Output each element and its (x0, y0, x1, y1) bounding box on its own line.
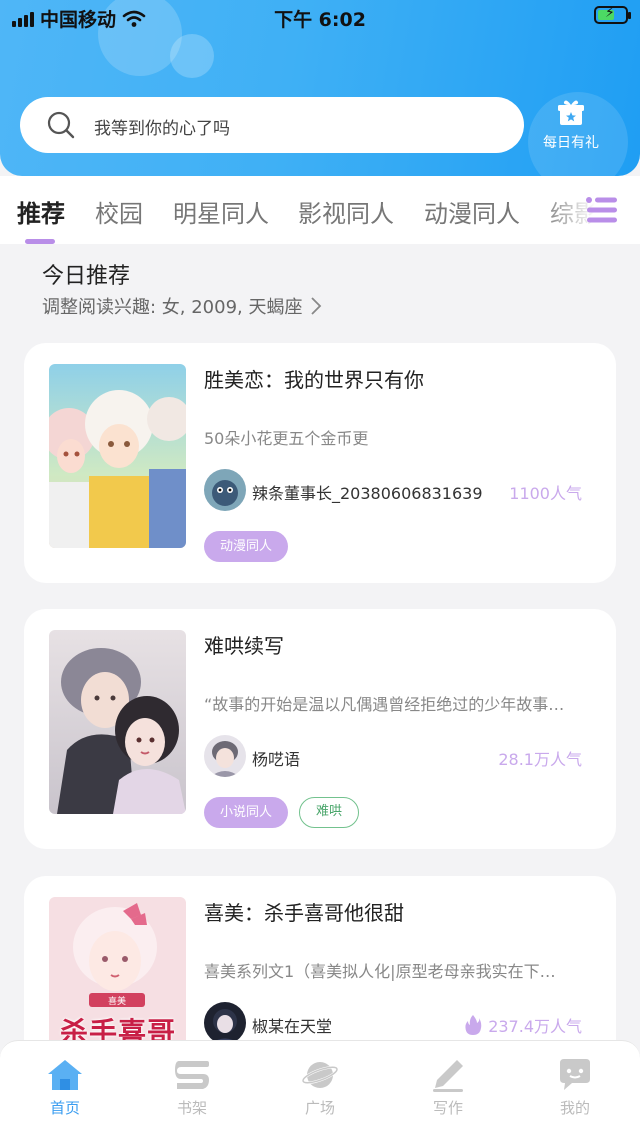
battery-icon: ⚡ (594, 5, 631, 24)
daily-gift-button[interactable]: 每日有礼 (536, 98, 606, 158)
nav-mine[interactable]: 我的 (535, 1057, 615, 1118)
popularity-value: 28.1万人气 (498, 750, 582, 769)
bookshelf-icon (175, 1061, 209, 1089)
search-placeholder: 我等到你的心了吗 (94, 119, 230, 139)
flame-icon (465, 1015, 482, 1035)
book-card[interactable]: 喜美 杀手喜哥 喜美：杀手喜哥他很甜 喜美系列文1（喜美拟人化|原型老母亲我实在… (24, 876, 616, 1040)
cover-title-art: 杀手喜哥 (59, 1016, 176, 1040)
pen-icon (433, 1060, 463, 1092)
tab-active-indicator (25, 239, 55, 244)
tab-recommend[interactable]: 推荐 (17, 194, 65, 229)
daily-gift-label: 每日有礼 (543, 135, 599, 151)
search-icon (47, 111, 75, 139)
tab-anime-fanfic[interactable]: 动漫同人 (424, 194, 520, 229)
nav-mine-label: 我的 (559, 1099, 590, 1117)
popularity-value: 237.4万人气 (488, 1017, 582, 1036)
book-cover-image[interactable] (49, 630, 186, 814)
tag-row: 小说同人 难哄 (204, 797, 360, 828)
header: 中国移动 下午 6:02 ⚡ 我等到你的心了吗 每日有礼 (0, 0, 640, 176)
book-description: 50朵小花更五个金币更 (204, 429, 369, 448)
nav-home[interactable]: 首页 (25, 1057, 105, 1118)
nav-square[interactable]: 广场 (280, 1057, 360, 1118)
nav-bookshelf-label: 书架 (176, 1099, 207, 1117)
category-tabs: 推荐 校园 明星同人 影视同人 动漫同人 综影 (0, 176, 640, 244)
tab-celebrity-fanfic[interactable]: 明星同人 (173, 194, 269, 229)
book-cover-image[interactable] (49, 364, 186, 548)
book-card[interactable]: 胜美恋：我的世界只有你 50朵小花更五个金币更 辣条董事长_2038060683… (24, 343, 616, 583)
book-title: 喜美：杀手喜哥他很甜 (204, 901, 404, 925)
tag-novel-fanfic[interactable]: 小说同人 (204, 797, 289, 828)
search-bar[interactable]: 我等到你的心了吗 (20, 97, 524, 153)
reading-interest-link[interactable]: 调整阅读兴趣: 女, 2009, 天蝎座 (42, 293, 322, 319)
book-card[interactable]: 难哄续写 “故事的开始是温以凡偶遇曾经拒绝过的少年故事… 杨呓语 28.1万人气… (24, 609, 616, 849)
popularity: 28.1万人气 (498, 746, 582, 770)
bottom-nav: 首页 书架 广场 写作 我的 (0, 1040, 640, 1138)
status-bar: 中国移动 下午 6:02 ⚡ (0, 0, 640, 34)
nav-home-label: 首页 (49, 1099, 80, 1117)
planet-icon (301, 1062, 339, 1088)
popularity: 1100人气 (509, 480, 582, 504)
chat-bubble-icon (560, 1059, 590, 1090)
book-description: 喜美系列文1（喜美拟人化|原型老母亲我实在下… (204, 962, 556, 981)
author-name: 椒某在天堂 (252, 1017, 333, 1036)
home-icon (48, 1060, 82, 1090)
cover-badge: 喜美 (107, 996, 126, 1006)
tag-row: 动漫同人 (204, 531, 289, 562)
decor-bubble (170, 34, 214, 78)
category-menu-icon[interactable] (585, 195, 619, 225)
author-avatar[interactable] (204, 1002, 246, 1040)
status-time: 下午 6:02 (274, 9, 366, 31)
popularity: 237.4万人气 (464, 1013, 582, 1037)
gift-icon (558, 100, 584, 125)
book-description: “故事的开始是温以凡偶遇曾经拒绝过的少年故事… (204, 695, 565, 714)
tab-campus[interactable]: 校园 (95, 194, 143, 229)
author-name: 辣条董事长_20380606831639 (252, 484, 483, 503)
tag-anime-fanfic[interactable]: 动漫同人 (204, 531, 289, 562)
author-name: 杨呓语 (252, 750, 301, 769)
author-avatar[interactable] (204, 735, 246, 777)
tab-film-tv-fanfic[interactable]: 影视同人 (298, 194, 394, 229)
book-title: 胜美恋：我的世界只有你 (204, 368, 424, 392)
book-title: 难哄续写 (204, 634, 284, 658)
chevron-right-icon (311, 297, 322, 315)
nav-square-label: 广场 (304, 1099, 335, 1117)
section-title: 今日推荐 (42, 264, 131, 289)
tag-nanhong[interactable]: 难哄 (299, 797, 360, 828)
book-cover-image[interactable]: 喜美 杀手喜哥 (49, 897, 186, 1040)
nav-bookshelf[interactable]: 书架 (152, 1057, 232, 1118)
nav-write-label: 写作 (432, 1099, 463, 1117)
reading-interest-label: 调整阅读兴趣: 女, 2009, 天蝎座 (42, 297, 303, 318)
popularity-value: 1100人气 (509, 484, 582, 503)
author-avatar[interactable] (204, 469, 246, 511)
nav-write[interactable]: 写作 (408, 1057, 488, 1118)
